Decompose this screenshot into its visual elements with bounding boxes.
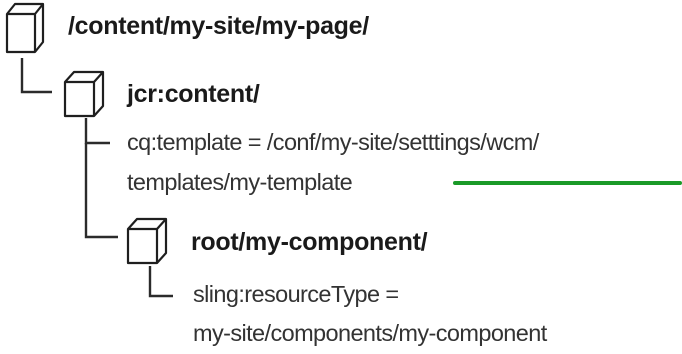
connector-jcr-component	[84, 143, 118, 239]
property-cq-template-line1: cq:template = /conf/my-site/setttings/wc…	[127, 129, 539, 155]
node-label-root: /content/my-site/my-page/	[68, 12, 369, 40]
content-tree-diagram: /content/my-site/my-page/ jcr:content/ c…	[0, 0, 682, 354]
property-resource-type-line1: sling:resourceType =	[193, 281, 399, 307]
cube-icon	[63, 70, 105, 118]
connector-component-property	[148, 266, 173, 298]
connector-jcr-template	[84, 118, 110, 145]
cube-icon	[126, 217, 168, 265]
highlight-line	[453, 181, 682, 185]
property-resource-type-line2: my-site/components/my-component	[193, 320, 547, 346]
node-label-jcr-content: jcr:content/	[127, 80, 260, 108]
connector-root-jcr	[20, 58, 52, 94]
property-cq-template-line2: templates/my-template	[127, 169, 353, 195]
node-label-component: root/my-component/	[191, 228, 428, 256]
cube-icon	[5, 2, 45, 54]
